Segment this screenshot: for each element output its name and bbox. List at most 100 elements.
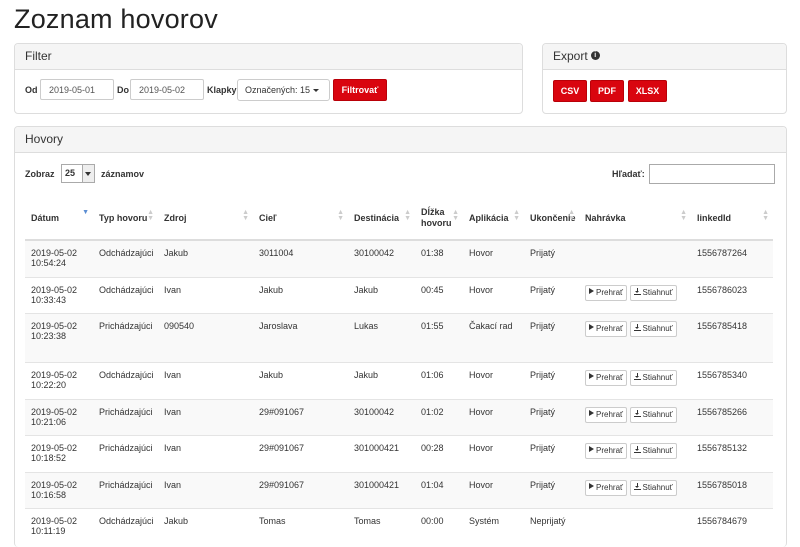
table-row: 2019-05-02 10:11:19 Odchádzajúci Jakub Tomas… [25,507,773,545]
cell-source: Ivan [158,276,253,313]
play-button[interactable]: Prehrať [585,284,628,301]
cell-target: Jaroslava [253,312,348,362]
cell-app: Hovor [463,239,524,277]
col-destination[interactable]: Destinácia ▲ ▼ [348,197,415,241]
cell-type: Odchádzajúci [93,361,158,399]
download-button[interactable]: Stiahnuť [629,320,677,337]
play-icon [589,324,594,331]
cell-linked-id: 1556785018 [691,471,773,508]
play-button[interactable]: Prehrať [585,479,628,496]
download-icon [633,323,641,331]
export-csv-button[interactable]: CSV [553,80,587,102]
keys-label: Klapky [207,85,237,95]
cell-recording: Prehrať Stiahnuť [579,471,691,508]
col-source[interactable]: Zdroj ▲ ▼ [158,197,253,241]
cell-end: Prijatý [524,239,579,277]
cell-linked-id: 1556786023 [691,276,773,313]
col-linked-id[interactable]: linkedId ▲ ▼ [691,197,773,241]
cell-source: Ivan [158,434,253,472]
col-date[interactable]: Dátum ▼ [25,197,93,241]
from-date-input[interactable]: 2019-05-01 [40,79,114,100]
download-button[interactable]: Stiahnuť [629,442,677,459]
download-button[interactable]: Stiahnuť [629,369,677,386]
col-duration[interactable]: Dĺžka hovoru ▲ ▼ [415,197,463,241]
cell-linked-id: 1556785132 [691,434,773,472]
col-end[interactable]: Ukončenie ▲ ▼ [524,197,579,241]
cell-duration: 01:04 [415,471,463,508]
cell-duration: 00:28 [415,434,463,472]
cell-date: 2019-05-02 10:22:20 [25,361,93,399]
page-length-select[interactable]: 25 [61,164,95,183]
filter-panel-title: Filter [15,44,522,70]
sort-icon: ▲ ▼ [404,209,411,222]
cell-app: Čakací rad [463,312,524,362]
col-target[interactable]: Cieľ ▲ ▼ [253,197,348,241]
cell-end: Prijatý [524,276,579,313]
download-button[interactable]: Stiahnuť [629,479,677,496]
page-length-dropdown-toggle[interactable] [82,165,94,182]
page-length-value: 25 [65,168,76,178]
sort-icon: ▲ ▼ [452,209,459,222]
keys-dropdown[interactable]: Označených: 15 [237,79,330,101]
play-button[interactable]: Prehrať [585,320,628,337]
cell-end: Prijatý [524,434,579,472]
cell-target: 3011004 [253,239,348,277]
cell-type: Prichádzajúci [93,398,158,435]
cell-destination: Jakub [348,361,415,399]
download-button[interactable]: Stiahnuť [629,284,677,301]
cell-recording [579,507,691,545]
cell-app: Hovor [463,434,524,472]
keys-dropdown-value: Označených: 15 [245,85,311,95]
cell-date: 2019-05-02 10:21:06 [25,398,93,435]
cell-end: Prijatý [524,471,579,508]
table-row: 2019-05-02 10:16:58 Prichádzajúci Ivan 29#09… [25,471,773,508]
sort-icon: ▲ ▼ [147,209,154,222]
cell-duration: 01:55 [415,312,463,362]
sort-icon: ▲ ▼ [513,209,520,222]
cell-target: 29#091067 [253,398,348,435]
cell-date: 2019-05-02 10:16:58 [25,471,93,508]
info-icon[interactable]: i [590,51,600,61]
play-icon [589,373,594,380]
col-app[interactable]: Aplikácia ▲ ▼ [463,197,524,241]
cell-app: Hovor [463,361,524,399]
cell-type: Odchádzajúci [93,507,158,545]
search-input[interactable] [649,164,775,184]
cell-type: Prichádzajúci [93,434,158,472]
table-row: 2019-05-02 10:18:52 Prichádzajúci Ivan 29#09… [25,434,773,472]
play-button[interactable]: Prehrať [585,369,628,386]
cell-recording: Prehrať Stiahnuť [579,276,691,313]
cell-linked-id: 1556785340 [691,361,773,399]
cell-app: Hovor [463,276,524,313]
col-recording[interactable]: Nahrávka ▲ ▼ [579,197,691,241]
cell-duration: 01:38 [415,239,463,277]
cell-date: 2019-05-02 10:54:24 [25,239,93,277]
show-label: Zobraz [25,169,55,179]
sort-icon: ▲ ▼ [242,209,249,222]
download-icon [633,287,641,295]
download-button[interactable]: Stiahnuť [629,406,677,423]
cell-duration: 00:00 [415,507,463,545]
export-pdf-button[interactable]: PDF [590,80,624,102]
table-row: 2019-05-02 10:21:06 Prichádzajúci Ivan 29#09… [25,398,773,435]
calls-table: Dátum ▼ Typ hovoru ▲ ▼ Zdroj ▲ ▼ Cieľ ▲ ▼ Desti… [25,197,773,545]
table-row: 2019-05-02 10:23:38 Prichádzajúci 090540 Jar… [25,312,773,362]
export-xlsx-button[interactable]: XLSX [628,80,667,102]
to-date-input[interactable]: 2019-05-02 [130,79,204,100]
cell-date: 2019-05-02 10:33:43 [25,276,93,313]
col-type[interactable]: Typ hovoru ▲ ▼ [93,197,158,241]
cell-date: 2019-05-02 10:23:38 [25,312,93,362]
triangle-down-icon [85,172,91,176]
play-button[interactable]: Prehrať [585,406,628,423]
calls-panel: Hovory Zobraz 25 záznamov Hľadať: Dátum ▼… [14,126,787,547]
table-header-row: Dátum ▼ Typ hovoru ▲ ▼ Zdroj ▲ ▼ Cieľ ▲ ▼ Desti… [25,197,773,241]
filter-button[interactable]: Filtrovať [333,79,387,101]
play-button[interactable]: Prehrať [585,442,628,459]
cell-recording [579,239,691,277]
filter-panel: Filter Od 2019-05-01 Do 2019-05-02 Klapk… [14,43,523,114]
cell-app: Systém [463,507,524,545]
table-row: 2019-05-02 10:54:24 Odchádzajúci Jakub 30110… [25,239,773,277]
cell-destination: 301000421 [348,471,415,508]
cell-source: Ivan [158,361,253,399]
cell-destination: Lukas [348,312,415,362]
